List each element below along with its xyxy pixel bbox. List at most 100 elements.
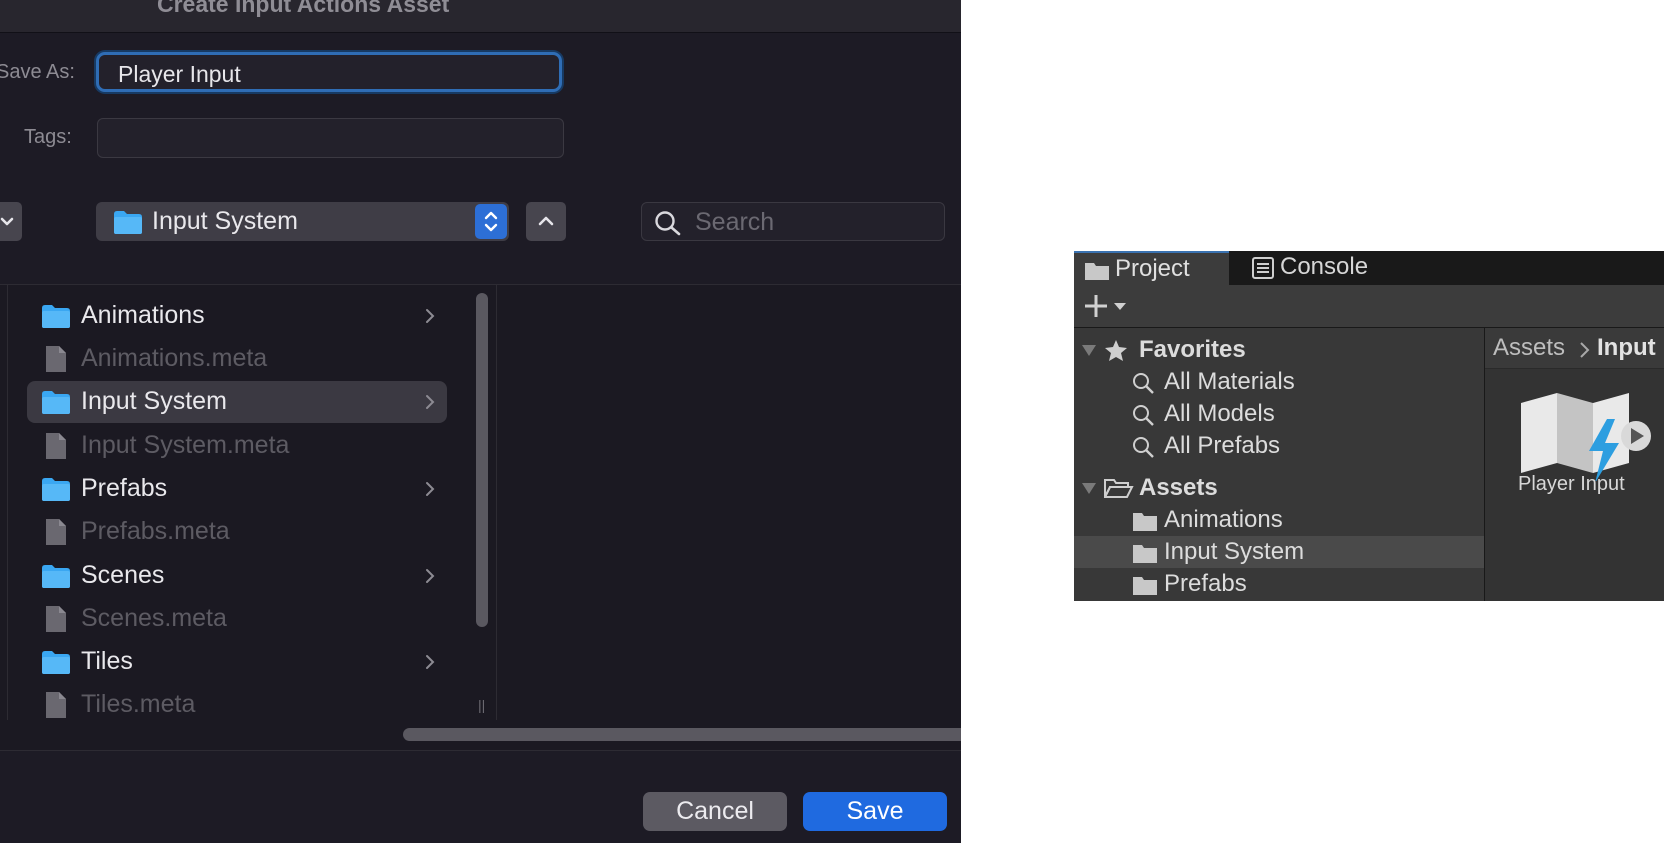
asset-folder-label: Animations (1164, 506, 1283, 533)
assets-header[interactable]: Assets (1074, 472, 1484, 504)
document-icon (46, 606, 66, 632)
tab-bar: Project Console (1074, 251, 1664, 285)
horizontal-scrollbar[interactable] (0, 720, 961, 751)
file-name: Tiles.meta (81, 690, 196, 718)
expand-triangle-icon (1082, 483, 1096, 494)
favorite-item[interactable]: All Models (1074, 398, 1484, 430)
chevron-right-icon (426, 482, 435, 496)
create-dropdown-button[interactable] (1082, 293, 1132, 319)
folder-icon (42, 391, 70, 414)
expand-dialog-button[interactable] (0, 202, 22, 241)
dialog-titlebar: Create Input Actions Asset (0, 0, 961, 33)
file-item[interactable]: Input System.meta (27, 425, 447, 467)
tab-console[interactable]: Console (1229, 251, 1399, 285)
folder-item[interactable]: Prefabs (27, 468, 447, 510)
search-icon (1133, 437, 1154, 458)
asset-item[interactable]: Player Input (1485, 369, 1664, 509)
file-column: Animations Animations.meta Input System Inp… (7, 285, 469, 721)
search-icon (1133, 373, 1154, 394)
chevron-right-icon (426, 569, 435, 583)
search-placeholder: Search (695, 208, 775, 236)
file-name: Animations.meta (81, 344, 268, 372)
console-icon (1252, 257, 1274, 279)
folder-item[interactable]: Animations (27, 295, 447, 337)
file-name: Input System.meta (81, 431, 290, 459)
location-label: Input System (152, 207, 298, 235)
file-browser: Animations Animations.meta Input System Inp… (0, 284, 961, 722)
folder-icon (42, 305, 70, 328)
tab-console-label: Console (1280, 253, 1369, 280)
search-input[interactable]: Search (641, 202, 945, 241)
file-name: Animations (81, 301, 205, 329)
chevron-right-icon (426, 309, 435, 323)
parent-folder-button[interactable] (526, 202, 566, 241)
file-item[interactable]: Tiles.meta (27, 684, 447, 721)
folder-icon (42, 651, 70, 674)
expand-triangle-icon (1082, 345, 1096, 356)
favorite-item[interactable]: All Materials (1074, 366, 1484, 398)
location-popup[interactable]: Input System (96, 202, 509, 241)
location-stepper[interactable] (475, 204, 507, 239)
chevron-up-icon (538, 216, 554, 226)
folder-icon (42, 565, 70, 588)
assets-label: Assets (1139, 474, 1218, 501)
favorite-label: All Models (1164, 400, 1275, 427)
file-item[interactable]: Animations.meta (27, 338, 447, 380)
search-icon (655, 211, 681, 236)
cancel-button[interactable]: Cancel (643, 792, 787, 831)
save-button[interactable]: Save (803, 792, 947, 831)
column-resize-handle[interactable]: || (478, 697, 485, 713)
breadcrumb: Assets Input (1485, 328, 1664, 369)
document-icon (46, 346, 66, 372)
chevron-down-icon (0, 217, 14, 226)
asset-folder-item[interactable]: Prefabs (1074, 568, 1484, 600)
save-as-field[interactable]: Player Input (96, 52, 562, 92)
folder-icon (1133, 545, 1157, 563)
project-tree: Favorites All Materials All Models All Pref… (1074, 328, 1485, 601)
up-down-chevrons-icon (484, 211, 498, 232)
asset-folder-item[interactable]: Input System (1074, 536, 1484, 568)
file-name: Prefabs.meta (81, 517, 230, 545)
breadcrumb-assets[interactable]: Assets (1493, 334, 1565, 362)
vertical-scroll-thumb[interactable] (476, 293, 488, 627)
document-icon (46, 519, 66, 545)
input-actions-icon (1521, 393, 1651, 481)
favorite-item[interactable]: All Prefabs (1074, 430, 1484, 462)
folder-item[interactable]: Input System (27, 381, 447, 423)
horizontal-scroll-thumb[interactable] (403, 728, 961, 741)
save-as-label: Save As: (0, 61, 75, 83)
folder-item[interactable]: Scenes (27, 555, 447, 597)
tags-field[interactable] (97, 118, 564, 158)
file-name: Tiles (81, 647, 133, 675)
file-name: Scenes.meta (81, 604, 227, 632)
tags-label: Tags: (24, 126, 72, 148)
open-folder-icon (1104, 479, 1134, 498)
folder-icon (114, 211, 142, 234)
chevron-right-icon (426, 395, 435, 409)
breadcrumb-input[interactable]: Input (1597, 334, 1656, 362)
star-icon (1105, 340, 1127, 361)
folder-icon (1133, 513, 1157, 531)
folder-icon (1133, 577, 1157, 595)
asset-folder-item[interactable]: Animations (1074, 504, 1484, 536)
folder-item[interactable]: Tiles (27, 641, 447, 683)
file-item[interactable]: Scenes.meta (27, 598, 447, 640)
project-toolbar (1074, 285, 1664, 328)
favorites-header[interactable]: Favorites (1074, 334, 1484, 366)
chevron-right-icon (1580, 342, 1590, 358)
file-name: Prefabs (81, 474, 168, 502)
tab-project-label: Project (1115, 255, 1190, 282)
column-divider (496, 285, 497, 721)
document-icon (46, 433, 66, 459)
search-icon (1133, 405, 1154, 426)
tab-project[interactable]: Project (1074, 251, 1229, 285)
save-dialog: Create Input Actions Asset Save As: Play… (0, 0, 961, 843)
folder-icon (1085, 263, 1109, 280)
asset-grid: Player Input (1485, 369, 1664, 601)
dialog-title: Create Input Actions Asset (157, 0, 450, 17)
document-icon (46, 692, 66, 718)
file-name: Input System (81, 387, 227, 415)
unity-project-window: Project Console Favorites All Materials Al… (1074, 251, 1664, 601)
file-item[interactable]: Prefabs.meta (27, 511, 447, 553)
folder-icon (42, 478, 70, 501)
